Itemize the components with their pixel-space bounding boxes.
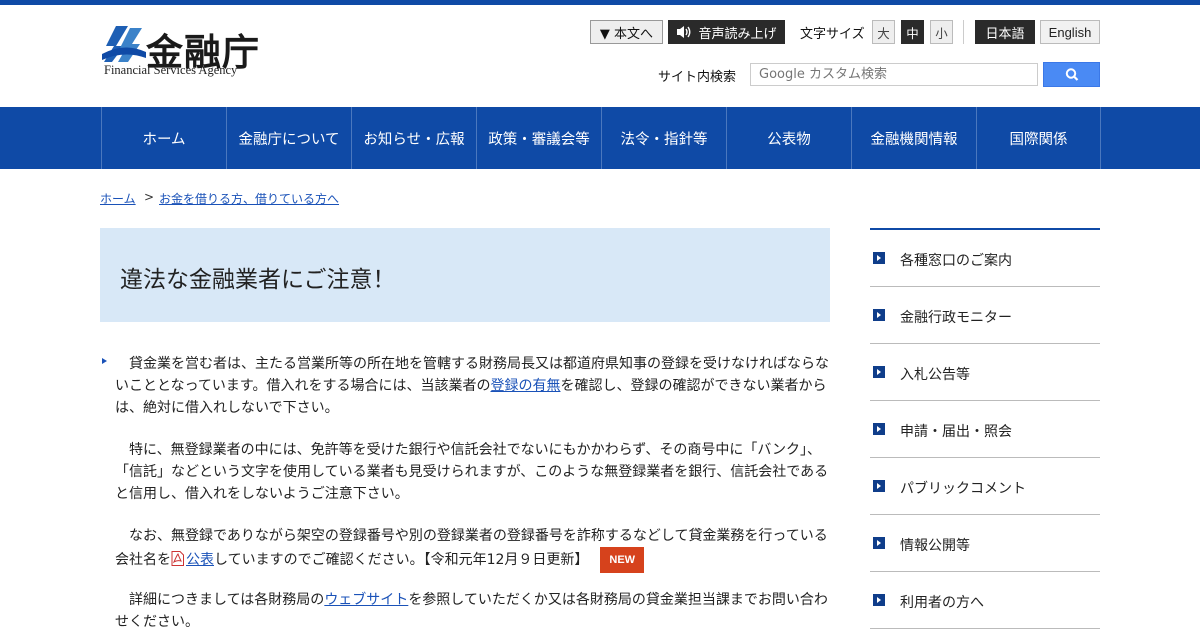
arrow-right-icon: [873, 309, 885, 321]
nav-publications[interactable]: 公表物: [726, 107, 851, 169]
breadcrumb-separator: >: [144, 190, 155, 204]
text-to-speech-button[interactable]: 音声読み上げ: [668, 20, 785, 44]
side-menu-label: 入札公告等: [900, 367, 970, 383]
arrow-right-icon: [873, 366, 885, 378]
paragraph-details: 詳細につきましては各財務局のウェブサイトを参照していただくか又は各財務局の貸金業…: [115, 589, 831, 633]
arrow-right-icon: [873, 423, 885, 435]
font-size-label: 文字サイズ: [800, 26, 865, 42]
language-japanese-button[interactable]: 日本語: [975, 20, 1035, 44]
nav-financial-institutions[interactable]: 金融機関情報: [851, 107, 976, 169]
side-menu-applications[interactable]: 申請・届出・照会: [870, 401, 1100, 458]
fsa-logo[interactable]: 金融庁 Financial Services Agency: [102, 24, 272, 82]
side-menu-label: 金融行政モニター: [900, 310, 1012, 326]
side-menu-monitor[interactable]: 金融行政モニター: [870, 287, 1100, 344]
arrow-right-icon: [873, 252, 885, 264]
arrow-right-icon: [873, 480, 885, 492]
side-menu-contact[interactable]: 各種窓口のご案内: [870, 230, 1100, 287]
speaker-icon: [677, 26, 691, 38]
arrow-right-icon: [873, 594, 885, 606]
language-english-button[interactable]: English: [1040, 20, 1100, 44]
search-button[interactable]: [1043, 62, 1100, 87]
registration-check-link[interactable]: 登録の有無: [490, 378, 560, 394]
logo-english-name: Financial Services Agency: [104, 63, 238, 77]
breadcrumb-home-link[interactable]: ホーム: [100, 190, 136, 207]
text-to-speech-label: 音声読み上げ: [698, 26, 777, 42]
paragraph-publication: なお、無登録でありながら架空の登録番号や別の登録業者の登録番号を詐称するなどして…: [115, 525, 831, 573]
font-size-large-button[interactable]: 大: [872, 20, 895, 44]
utility-divider: [963, 20, 964, 44]
side-menu-label: 情報公開等: [900, 538, 970, 554]
publication-pdf-link[interactable]: 公表: [186, 552, 214, 568]
side-menu-label: 申請・届出・照会: [900, 424, 1012, 440]
side-menu-label: 利用者の方へ: [900, 595, 984, 611]
font-size-small-button[interactable]: 小: [930, 20, 953, 44]
nav-laws[interactable]: 法令・指針等: [601, 107, 726, 169]
pdf-icon: [171, 551, 184, 566]
fsa-logo-mark-icon: [102, 26, 146, 62]
nav-home[interactable]: ホーム: [101, 107, 226, 169]
new-badge: NEW: [600, 547, 645, 573]
paragraph-text: していますのでご確認ください。【令和元年12月９日更新】: [214, 552, 589, 568]
breadcrumb-current-link[interactable]: お金を借りる方、借りている方へ: [159, 190, 339, 207]
search-icon: [1065, 68, 1079, 81]
paragraph-text: 詳細につきましては各財務局の: [115, 592, 325, 608]
top-accent-line: [0, 0, 1200, 5]
site-search-label: サイト内検索: [658, 70, 737, 85]
skip-to-content-button[interactable]: ▼ 本文へ: [590, 20, 663, 44]
arrow-right-icon: [873, 537, 885, 549]
font-size-medium-button[interactable]: 中: [901, 20, 924, 44]
side-menu-label: パブリックコメント: [900, 481, 1026, 497]
page-title: 違法な金融業者にご注意！: [120, 267, 396, 293]
paragraph-registration: 貸金業を営む者は、主たる営業所等の所在地を管轄する財務局長又は都道府県知事の登録…: [115, 353, 831, 419]
local-finance-bureau-website-link[interactable]: ウェブサイト: [324, 592, 408, 608]
nav-international[interactable]: 国際関係: [976, 107, 1101, 169]
paragraph-unregistered-bank: 特に、無登録業者の中には、免許等を受けた銀行や信託会社でないにもかかわらず、その…: [115, 442, 829, 502]
side-menu-label: 各種窓口のご案内: [900, 253, 1012, 269]
page-title-box: 違法な金融業者にご注意！: [100, 228, 830, 322]
side-menu-disclosure[interactable]: 情報公開等: [870, 515, 1100, 572]
side-menu-public-comment[interactable]: パブリックコメント: [870, 458, 1100, 515]
nav-about[interactable]: 金融庁について: [226, 107, 351, 169]
side-menu-bidding[interactable]: 入札公告等: [870, 344, 1100, 401]
side-menu-users[interactable]: 利用者の方へ: [870, 572, 1100, 629]
nav-policy[interactable]: 政策・審議会等: [476, 107, 601, 169]
nav-news[interactable]: お知らせ・広報: [351, 107, 476, 169]
bullet-icon: [102, 358, 107, 364]
site-search-input[interactable]: [750, 63, 1038, 86]
